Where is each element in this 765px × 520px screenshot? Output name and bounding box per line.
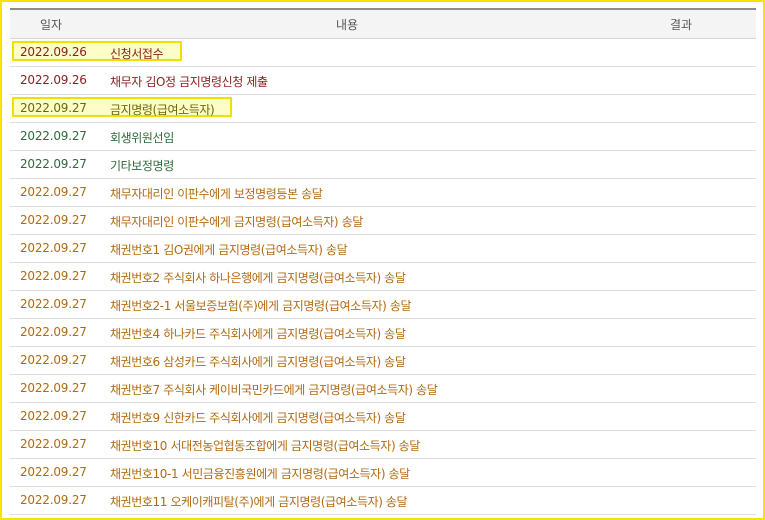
row-content: 채권번호6 삼성카드 주식회사에게 금지명령(급여소득자) 송달 [110,355,406,369]
row-content: 기타보정명령 [110,159,174,173]
row-content: 채권번호2 주식회사 하나은행에게 금지명령(급여소득자) 송달 [110,271,406,285]
table-row: 2022.09.27 채권번호11 오케이캐피탈(주)에게 금지명령(급여소득자… [10,487,756,515]
row-date: 2022.09.27 [20,241,87,255]
header-result: 결과 [670,18,693,32]
table-row: 2022.09.27 채무자대리인 이판수에게 금지명령(급여소득자) 송달 [10,207,756,235]
row-date: 2022.09.27 [20,157,87,171]
row-content: 채권번호7 주식회사 케이비국민카드에게 금지명령(급여소득자) 송달 [110,383,438,397]
table-row: 2022.09.27 채권번호4 하나카드 주식회사에게 금지명령(급여소득자)… [10,319,756,347]
row-content: 채권번호11 오케이캐피탈(주)에게 금지명령(급여소득자) 송달 [110,495,408,509]
header-date: 일자 [40,18,63,32]
row-date: 2022.09.27 [20,129,87,143]
row-date: 2022.09.27 [20,465,87,479]
row-date: 2022.09.27 [20,437,87,451]
row-content: 채권번호10 서대전농업협동조합에게 금지명령(급여소득자) 송달 [110,439,420,453]
row-date: 2022.09.27 [20,325,87,339]
table-header: 일자 내용 결과 [10,10,756,39]
row-date: 2022.09.27 [20,297,87,311]
table-row: 2022.09.27 회생위원선임 [10,123,756,151]
row-content: 채무자대리인 이판수에게 금지명령(급여소득자) 송달 [110,215,363,229]
row-date: 2022.09.27 [20,213,87,227]
header-content: 내용 [336,18,359,32]
table-row: 2022.09.27 채권번호7 주식회사 케이비국민카드에게 금지명령(급여소… [10,375,756,403]
row-date: 2022.09.27 [20,185,87,199]
row-date: 2022.09.27 [20,101,87,115]
row-date: 2022.09.27 [20,381,87,395]
table-row: 2022.09.27 채권번호2 주식회사 하나은행에게 금지명령(급여소득자)… [10,263,756,291]
row-content: 채무자 김O정 금지명령신청 제출 [110,75,268,89]
case-progress-table: 일자 내용 결과 2022.09.26 신청서접수 2022.09.26 채무자… [10,8,756,515]
table-row: 2022.09.27 금지명령(급여소득자) [10,95,756,123]
table-row: 2022.09.27 채권번호9 신한카드 주식회사에게 금지명령(급여소득자)… [10,403,756,431]
table-row: 2022.09.27 채권번호1 김O권에게 금지명령(급여소득자) 송달 [10,235,756,263]
row-content: 채권번호1 김O권에게 금지명령(급여소득자) 송달 [110,243,348,257]
row-date: 2022.09.27 [20,353,87,367]
row-date: 2022.09.26 [20,45,87,59]
page-frame: 일자 내용 결과 2022.09.26 신청서접수 2022.09.26 채무자… [0,0,765,520]
row-content: 채권번호10-1 서민금융진흥원에게 금지명령(급여소득자) 송달 [110,467,410,481]
row-content: 회생위원선임 [110,131,174,145]
table-row: 2022.09.27 채권번호6 삼성카드 주식회사에게 금지명령(급여소득자)… [10,347,756,375]
table-row: 2022.09.27 채권번호10-1 서민금융진흥원에게 금지명령(급여소득자… [10,459,756,487]
row-content: 채권번호2-1 서울보증보험(주)에게 금지명령(급여소득자) 송달 [110,299,412,313]
row-content: 채권번호9 신한카드 주식회사에게 금지명령(급여소득자) 송달 [110,411,406,425]
row-date: 2022.09.27 [20,409,87,423]
row-date: 2022.09.26 [20,73,87,87]
row-date: 2022.09.27 [20,269,87,283]
row-content: 채권번호4 하나카드 주식회사에게 금지명령(급여소득자) 송달 [110,327,406,341]
row-date: 2022.09.27 [20,493,87,507]
table-row: 2022.09.27 채권번호2-1 서울보증보험(주)에게 금지명령(급여소득… [10,291,756,319]
table-row: 2022.09.27 기타보정명령 [10,151,756,179]
table-row: 2022.09.26 채무자 김O정 금지명령신청 제출 [10,67,756,95]
table-row: 2022.09.26 신청서접수 [10,39,756,67]
row-content: 신청서접수 [110,47,164,61]
row-content: 금지명령(급여소득자) [110,103,215,117]
table-row: 2022.09.27 채무자대리인 이판수에게 보정명령등본 송달 [10,179,756,207]
table-row: 2022.09.27 채권번호10 서대전농업협동조합에게 금지명령(급여소득자… [10,431,756,459]
row-content: 채무자대리인 이판수에게 보정명령등본 송달 [110,187,323,201]
